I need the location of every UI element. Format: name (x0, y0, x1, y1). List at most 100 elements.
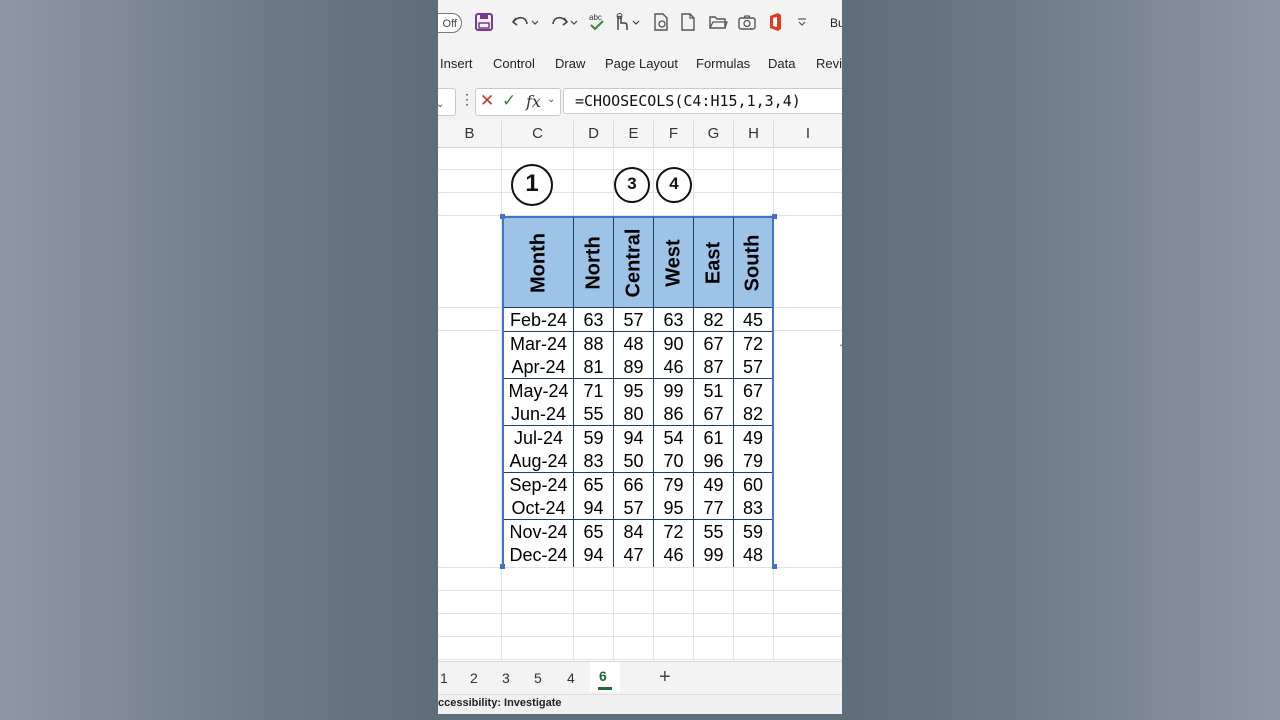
table-cell-north[interactable]: 65 (574, 519, 614, 544)
table-cell-north[interactable]: 81 (574, 355, 614, 379)
table-cell-north[interactable]: 94 (574, 496, 614, 520)
table-cell-north[interactable]: 63 (574, 308, 614, 332)
data-table[interactable]: Month North Central West East South Feb-… (502, 216, 774, 567)
tab-insert[interactable]: Insert (440, 56, 473, 71)
table-cell-central[interactable]: 95 (614, 378, 654, 403)
column-header-b[interactable]: B (438, 121, 502, 147)
table-cell-central[interactable]: 47 (614, 543, 654, 567)
table-cell-south[interactable]: 67 (734, 378, 772, 403)
print-preview-icon[interactable] (652, 12, 670, 34)
tab-formulas[interactable]: Formulas (696, 56, 750, 71)
table-cell-month[interactable]: Sep-24 (504, 472, 574, 497)
table-cell-north[interactable]: 94 (574, 543, 614, 567)
table-cell-south[interactable]: 57 (734, 355, 772, 379)
new-file-icon[interactable] (680, 12, 696, 34)
table-cell-west[interactable]: 90 (654, 331, 694, 356)
table-header-west[interactable]: West (654, 218, 694, 308)
sheet-tab-6-active[interactable]: 6 (599, 668, 607, 684)
add-sheet-button[interactable]: + (659, 666, 671, 689)
table-cell-north[interactable]: 55 (574, 402, 614, 426)
more-options-icon[interactable]: ⋮ (460, 91, 474, 108)
table-cell-north[interactable]: 59 (574, 425, 614, 450)
table-cell-east[interactable]: 82 (694, 308, 734, 332)
customize-icon[interactable] (796, 12, 808, 34)
sheet-tab-4[interactable]: 4 (567, 670, 575, 686)
table-cell-east[interactable]: 96 (694, 449, 734, 473)
insert-function-button[interactable]: fx (526, 92, 541, 111)
undo-icon[interactable] (510, 12, 538, 34)
table-cell-east[interactable]: 77 (694, 496, 734, 520)
table-cell-month[interactable]: Dec-24 (504, 543, 574, 567)
table-cell-west[interactable]: 72 (654, 519, 694, 544)
table-cell-north[interactable]: 88 (574, 331, 614, 356)
table-cell-south[interactable]: 45 (734, 308, 772, 332)
table-cell-central[interactable]: 48 (614, 331, 654, 356)
table-cell-east[interactable]: 67 (694, 402, 734, 426)
selection-handle[interactable] (772, 564, 777, 569)
sheet-tab-3[interactable]: 3 (502, 670, 510, 686)
table-header-north[interactable]: North (574, 218, 614, 308)
table-cell-month[interactable]: Oct-24 (504, 496, 574, 520)
column-header-h[interactable]: H (734, 121, 774, 147)
table-cell-month[interactable]: May-24 (504, 378, 574, 403)
table-cell-month[interactable]: Mar-24 (504, 331, 574, 356)
table-cell-north[interactable]: 71 (574, 378, 614, 403)
table-cell-west[interactable]: 99 (654, 378, 694, 403)
table-cell-central[interactable]: 89 (614, 355, 654, 379)
table-cell-north[interactable]: 83 (574, 449, 614, 473)
table-cell-central[interactable]: 94 (614, 425, 654, 450)
sheet-tab-1[interactable]: 1 (440, 670, 448, 686)
table-cell-east[interactable]: 61 (694, 425, 734, 450)
name-box[interactable]: ⌄ (438, 88, 456, 116)
table-cell-central[interactable]: 66 (614, 472, 654, 497)
column-header-d[interactable]: D (574, 121, 614, 147)
column-header-e[interactable]: E (614, 121, 654, 147)
table-cell-south[interactable]: 60 (734, 472, 772, 497)
table-cell-west[interactable]: 86 (654, 402, 694, 426)
chevron-down-icon[interactable]: ⌄ (547, 94, 555, 105)
sheet-tab-2[interactable]: 2 (470, 670, 478, 686)
table-cell-month[interactable]: Aug-24 (504, 449, 574, 473)
table-cell-west[interactable]: 95 (654, 496, 694, 520)
table-cell-month[interactable]: Feb-24 (504, 308, 574, 332)
tab-control[interactable]: Control (493, 56, 535, 71)
table-cell-central[interactable]: 50 (614, 449, 654, 473)
column-header-f[interactable]: F (654, 121, 694, 147)
table-cell-east[interactable]: 87 (694, 355, 734, 379)
touch-mode-icon[interactable] (612, 12, 642, 34)
table-cell-west[interactable]: 46 (654, 543, 694, 567)
tab-page-layout[interactable]: Page Layout (605, 56, 678, 71)
tab-review[interactable]: Revie (816, 56, 842, 71)
table-cell-month[interactable]: Jul-24 (504, 425, 574, 450)
table-cell-east[interactable]: 49 (694, 472, 734, 497)
table-header-central[interactable]: Central (614, 218, 654, 308)
column-header-g[interactable]: G (694, 121, 734, 147)
redo-icon[interactable] (550, 12, 578, 34)
table-cell-west[interactable]: 46 (654, 355, 694, 379)
table-cell-central[interactable]: 57 (614, 496, 654, 520)
formula-input[interactable]: =CHOOSECOLS(C4:H15,1,3,4) (563, 88, 842, 114)
table-cell-south[interactable]: 72 (734, 331, 772, 356)
table-cell-west[interactable]: 54 (654, 425, 694, 450)
table-cell-west[interactable]: 79 (654, 472, 694, 497)
table-cell-central[interactable]: 84 (614, 519, 654, 544)
table-cell-south[interactable]: 48 (734, 543, 772, 567)
table-cell-month[interactable]: Apr-24 (504, 355, 574, 379)
tab-draw[interactable]: Draw (555, 56, 585, 71)
table-header-month[interactable]: Month (504, 218, 574, 308)
table-cell-central[interactable]: 57 (614, 308, 654, 332)
office-icon[interactable] (767, 12, 783, 34)
column-header-i[interactable]: I (774, 121, 842, 147)
table-header-south[interactable]: South (734, 218, 772, 308)
table-header-east[interactable]: East (694, 218, 734, 308)
selection-handle[interactable] (500, 564, 505, 569)
table-cell-central[interactable]: 80 (614, 402, 654, 426)
tab-data[interactable]: Data (768, 56, 795, 71)
table-cell-east[interactable]: 67 (694, 331, 734, 356)
table-cell-south[interactable]: 83 (734, 496, 772, 520)
table-cell-north[interactable]: 65 (574, 472, 614, 497)
spellcheck-icon[interactable]: abc (588, 12, 606, 34)
column-header-c[interactable]: C (502, 121, 574, 147)
table-cell-east[interactable]: 55 (694, 519, 734, 544)
table-cell-east[interactable]: 99 (694, 543, 734, 567)
